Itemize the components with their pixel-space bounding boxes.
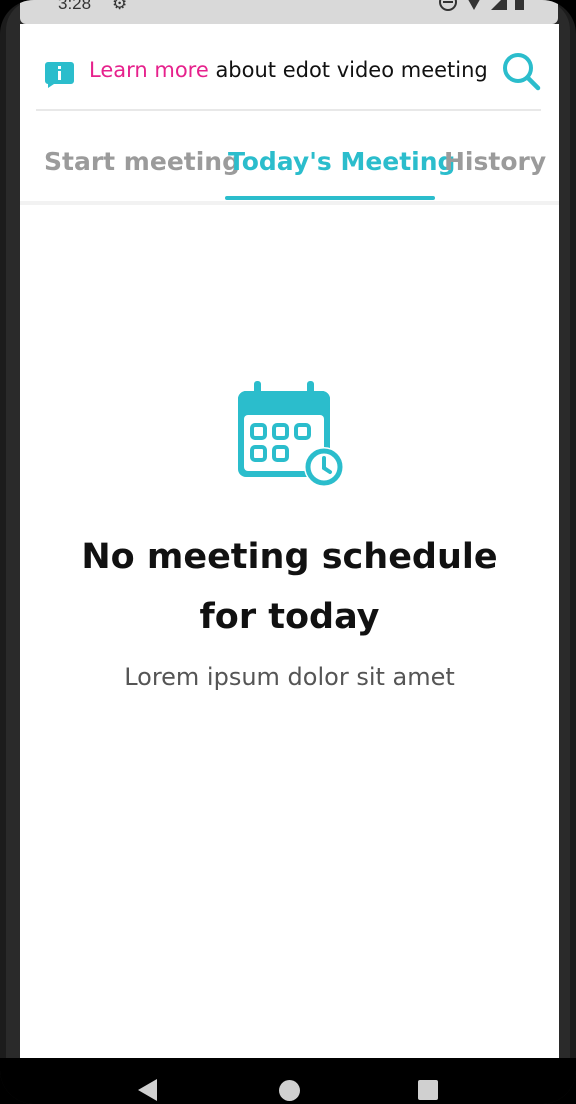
home-icon[interactable] (279, 1080, 300, 1101)
status-bar: 3:28 ⚙ (20, 0, 558, 24)
header-bar: Learn more about edot video meeting (36, 24, 541, 111)
recent-apps-icon[interactable] (418, 1080, 438, 1100)
wifi-icon (465, 0, 483, 10)
calendar-clock-icon (237, 381, 344, 487)
do-not-disturb-icon (439, 0, 457, 11)
empty-state: No meeting schedule for today Lorem ipsu… (20, 379, 559, 691)
status-time: 3:28 (58, 0, 92, 13)
signal-icon (491, 0, 507, 10)
learn-more-link[interactable]: Learn more (89, 58, 209, 82)
tab-bar: Start meeting Today's Meeting History (20, 129, 559, 205)
search-icon[interactable] (501, 51, 541, 91)
gear-icon: ⚙ (112, 0, 128, 14)
app-screen: Learn more about edot video meeting Star… (20, 24, 559, 1058)
tab-todays-meeting[interactable]: Today's Meeting (228, 147, 455, 176)
empty-state-title: No meeting schedule for today (81, 537, 498, 637)
tab-history[interactable]: History (444, 147, 546, 176)
learn-more-banner: Learn more about edot video meeting (89, 58, 488, 82)
battery-icon (515, 0, 524, 10)
phone-device: 3:28 ⚙ Learn more about edot video meeti… (0, 0, 576, 1104)
empty-state-subtitle: Lorem ipsum dolor sit amet (124, 663, 455, 691)
active-tab-indicator (225, 196, 435, 200)
info-chat-icon (45, 62, 74, 88)
learn-more-description: about edot video meeting (208, 58, 488, 82)
back-icon[interactable] (138, 1079, 157, 1101)
status-icons (439, 0, 524, 11)
tab-start-meeting[interactable]: Start meeting (44, 147, 240, 176)
system-nav-bar (0, 1058, 576, 1104)
